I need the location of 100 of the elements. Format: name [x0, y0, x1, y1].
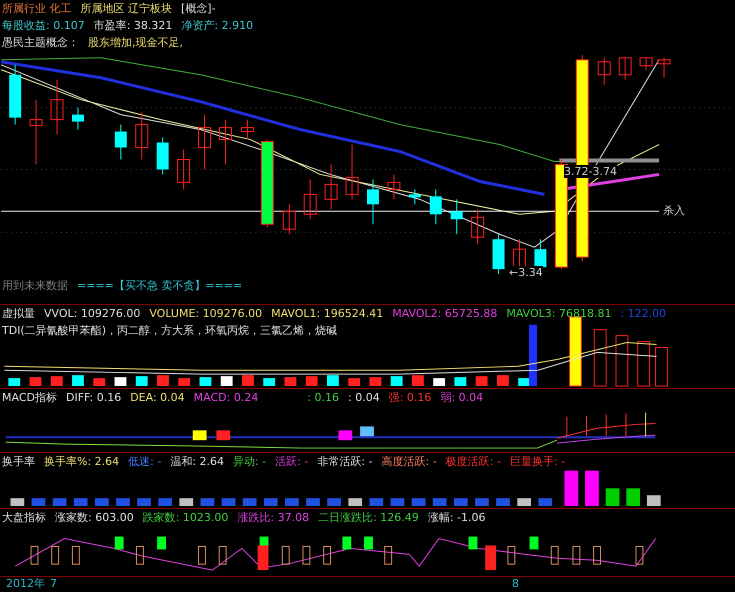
hollow-bar: [507, 546, 516, 565]
candlestick: [156, 137, 169, 175]
candlestick: [346, 144, 359, 200]
volume-bar: [348, 378, 360, 386]
info-text: 市盈率: 38.321: [94, 18, 172, 34]
turnover-bar: [475, 498, 489, 506]
volume-bar: [50, 376, 63, 386]
candlestick: [177, 149, 190, 190]
indicator-value: MACD: 0.24: [194, 390, 258, 406]
volume-bar: [390, 376, 403, 386]
indicator-value: MAVOL2: 65725.88: [392, 306, 498, 322]
candlestick: [640, 57, 653, 70]
volume-bar: [242, 375, 254, 386]
turnover-bar: [538, 498, 552, 506]
indicator-value: VVOL: 109276.00: [44, 306, 140, 322]
hollow-bar: [550, 546, 559, 565]
volume-bar: [30, 377, 42, 386]
candlestick: [240, 119, 254, 140]
concept-text: TDI(二异氰酸甲苯酯)，丙二醇，方大系，环氧丙烷，三氯乙烯，烧碱: [2, 323, 338, 339]
hollow-bar: [572, 546, 580, 565]
volume-bar: [200, 377, 212, 386]
indicator-value: 换手率%: 2.64: [44, 454, 120, 470]
turnover-bar: [52, 498, 66, 506]
candlestick: [598, 57, 611, 86]
hollow-bar: [51, 546, 60, 565]
hollow-bar: [384, 546, 392, 565]
candlestick: [367, 178, 379, 225]
price-annotation: 杀入: [663, 203, 685, 218]
macd-bar: [216, 430, 230, 440]
turnover-bar: [412, 498, 426, 506]
macd-bar: [192, 430, 207, 440]
indicator-value: 虚拟量: [2, 306, 35, 322]
indicator-value: 温和: 2.64: [170, 454, 224, 470]
turnover-bar: [10, 498, 24, 506]
volume-bar: [433, 378, 446, 386]
indicator-value: 涨跌比: 37.08: [237, 510, 310, 526]
volume-bar: [220, 376, 233, 386]
candlestick: [387, 174, 400, 200]
indicator-value: 巨量换手: -: [510, 454, 566, 470]
volume-bar: [72, 375, 84, 386]
indicator-value: 大盘指标: [2, 510, 46, 526]
indicator-value: MAVOL1: 196524.41: [271, 306, 384, 322]
indicator-value: DIFF: 0.16: [66, 390, 122, 406]
candlestick: [658, 57, 670, 78]
up-bar: [342, 536, 352, 550]
indicator-value: 强: 0.16: [388, 390, 432, 406]
candlestick: [114, 124, 127, 160]
volume-bar: [8, 378, 20, 386]
macd-bar: [338, 430, 352, 440]
hollow-bar: [218, 546, 227, 565]
axis-label: 2012年: [6, 577, 45, 591]
turnover-bar: [200, 498, 214, 506]
turnover-bar: [432, 498, 447, 506]
turnover-bar: [496, 498, 510, 506]
info-text: [概念]-: [181, 1, 216, 17]
volume-bar: [569, 316, 582, 387]
indicator-value: : 0.16: [307, 390, 340, 406]
volume-bar: [637, 341, 650, 387]
turnover-bar: [564, 470, 578, 506]
volume-bar: [594, 329, 607, 387]
candlestick: [618, 57, 632, 80]
turnover-bar: [158, 498, 172, 506]
volume-bar: [306, 376, 318, 386]
chart-caption: 用到未来数据: [2, 278, 68, 294]
indicator-value: MACD指标: [2, 390, 57, 406]
indicator-value: 非常活跃: -: [317, 454, 373, 470]
macd-bar: [360, 426, 374, 436]
candlestick: [72, 107, 84, 130]
info-text: 所属地区 辽宁板块: [80, 1, 172, 17]
turnover-bar: [369, 498, 384, 506]
turnover-bar: [517, 498, 532, 506]
hollow-bar: [593, 546, 602, 565]
turnover-bar: [242, 498, 257, 506]
info-text: 每股收益: 0.107: [2, 18, 85, 34]
up-bar: [114, 536, 124, 550]
volume-bar: [114, 377, 126, 386]
candlestick: [50, 79, 64, 136]
volume-bar: [263, 378, 276, 386]
up-bar: [157, 536, 166, 550]
indicator-value: 异动: -: [233, 454, 266, 470]
indicator-value: DEA: 0.04: [130, 390, 185, 406]
volume-bar: [136, 376, 148, 386]
chart-caption: ====【买不急 卖不贪】====: [77, 278, 242, 294]
indicator-value: : 122.00: [620, 306, 666, 322]
info-text: 愚民主题概念：: [2, 35, 79, 51]
info-text: 所属行业 化工: [2, 1, 72, 17]
indicator-value: 跌家数: 1023.00: [142, 510, 228, 526]
turnover-bar: [348, 498, 362, 506]
volume-bar: [412, 375, 424, 386]
volume-bar: [327, 375, 339, 386]
up-bar: [468, 536, 478, 550]
down-bar: [485, 545, 496, 570]
info-text: 净资产: 2.910: [181, 18, 254, 34]
up-bar: [364, 536, 373, 550]
candlestick: [471, 208, 484, 245]
turnover-bar: [327, 498, 341, 506]
candlestick: [135, 111, 148, 160]
candlestick: [282, 204, 296, 235]
turnover-bar: [285, 498, 299, 506]
turnover-bar: [116, 498, 130, 506]
